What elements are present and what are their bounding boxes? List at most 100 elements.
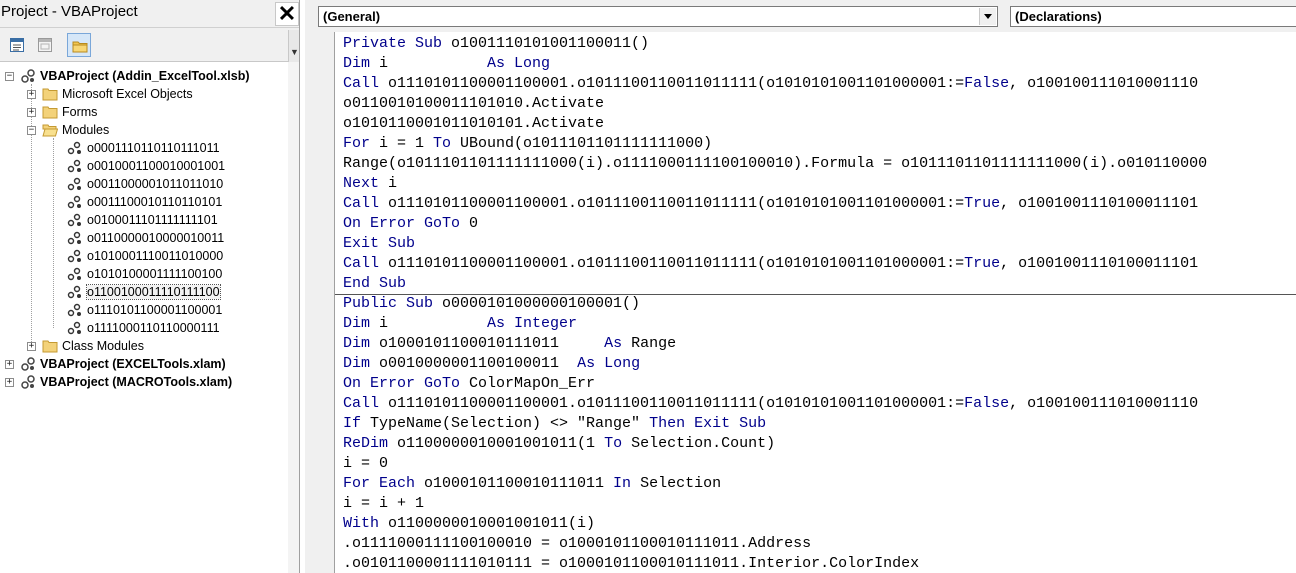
code-line[interactable]: Call o1110101100001100001.o1011100110011…: [343, 74, 1198, 94]
procedure-dropdown[interactable]: (Declarations): [1010, 6, 1296, 27]
code-text: o0010000001100100011: [379, 355, 578, 372]
expand-icon[interactable]: +: [27, 341, 36, 351]
object-dropdown[interactable]: (General): [318, 6, 998, 27]
tree-node-folder[interactable]: + Class Modules: [27, 337, 144, 355]
code-keyword: Public Sub: [343, 295, 443, 312]
tree-node-folder[interactable]: − Modules: [27, 121, 109, 139]
project-explorer-titlebar: Project - VBAProject ✕: [0, 0, 299, 28]
code-line[interactable]: For i = 1 To UBound(o1011101101111111000…: [343, 134, 712, 154]
scroll-down-icon[interactable]: ▼: [288, 30, 299, 62]
code-keyword: If: [343, 415, 371, 432]
tree-node-module[interactable]: o0011000001011011010: [67, 175, 223, 193]
code-keyword: For Each: [343, 475, 425, 492]
view-code-button[interactable]: [5, 33, 29, 57]
tree-node-module[interactable]: o1110101100001100001: [67, 301, 222, 319]
chevron-down-icon[interactable]: [979, 8, 996, 25]
code-keyword: With: [343, 515, 389, 532]
tree-node-module-selected[interactable]: o1100100011110111100: [67, 283, 221, 301]
code-text: , o1001001110100011101: [1000, 195, 1199, 212]
expand-icon[interactable]: +: [27, 107, 36, 117]
code-keyword: Private Sub: [343, 35, 452, 52]
code-text: i = 0: [343, 455, 389, 472]
code-line[interactable]: Dim i As Long: [343, 54, 550, 74]
code-margin-indicator-bar[interactable]: [305, 32, 335, 573]
collapse-icon[interactable]: −: [5, 71, 14, 81]
tree-node-project[interactable]: − VBAProject (Addin_ExcelTool.xlsb): [5, 67, 250, 85]
code-line[interactable]: i = 0: [343, 454, 388, 474]
code-keyword: Call: [343, 195, 389, 212]
code-line[interactable]: ReDim o1100000010001001011(1 To Selectio…: [343, 434, 775, 454]
code-line[interactable]: If TypeName(Selection) <> "Range" Then E…: [343, 414, 766, 434]
code-text: o1000101100010111011: [379, 335, 605, 352]
code-text: .o1111000111100100010 = o100010110001011…: [343, 535, 812, 552]
code-line[interactable]: .o0101100001111010111 = o100010110001011…: [343, 554, 919, 573]
code-text: , o100100111010001110: [1009, 395, 1199, 412]
pane-title: Project - VBAProject: [1, 3, 138, 20]
tree-node-project[interactable]: + VBAProject (MACROTools.xlam): [5, 373, 232, 391]
tree-node-module[interactable]: o0011100010110110101: [67, 193, 222, 211]
expand-icon[interactable]: +: [5, 377, 14, 387]
tree-node-module[interactable]: o0010001100010001001: [67, 157, 225, 175]
code-line[interactable]: Public Sub o0000101000000100001(): [343, 294, 640, 314]
code-line[interactable]: i = i + 1: [343, 494, 424, 514]
collapse-icon[interactable]: −: [27, 125, 36, 135]
code-keyword: To: [604, 435, 632, 452]
code-line[interactable]: On Error GoTo ColorMapOn_Err: [343, 374, 595, 394]
code-line[interactable]: Call o1110101100001100001.o1011100110011…: [343, 254, 1198, 274]
code-line[interactable]: Next i: [343, 174, 397, 194]
code-line[interactable]: o1010110001011010101.Activate: [343, 114, 604, 134]
code-line[interactable]: Call o1110101100001100001.o1011100110011…: [343, 394, 1198, 414]
tree-node-label: VBAProject (Addin_ExcelTool.xlsb): [40, 69, 250, 83]
view-object-button[interactable]: [33, 33, 57, 57]
code-text: , o1001001110100011101: [1000, 255, 1199, 272]
tree-node-module[interactable]: o0001110110110111011: [67, 139, 220, 157]
code-text: o1001110101001100011(): [451, 35, 650, 52]
expand-icon[interactable]: +: [5, 359, 14, 369]
code-line[interactable]: Private Sub o1001110101001100011(): [343, 34, 649, 54]
module-icon: [67, 285, 81, 299]
close-icon[interactable]: ✕: [278, 1, 296, 26]
tree-node-module[interactable]: o1111000110110000111: [67, 319, 220, 337]
code-line[interactable]: For Each o1000101100010111011 In Selecti…: [343, 474, 721, 494]
code-keyword: Dim: [343, 315, 380, 332]
tree-node-module[interactable]: o0100011101111111101: [67, 211, 218, 229]
project-explorer-pane: Project - VBAProject ✕ ▼ − VBAProject (A…: [0, 0, 300, 573]
code-line[interactable]: Dim o0010000001100100011 As Long: [343, 354, 640, 374]
tree-node-project[interactable]: + VBAProject (EXCELTools.xlam): [5, 355, 226, 373]
expand-icon[interactable]: +: [27, 89, 36, 99]
tree-node-label: Class Modules: [62, 339, 144, 353]
tree-node-folder[interactable]: + Forms: [27, 103, 97, 121]
tree-node-module[interactable]: o1010001110011010000: [67, 247, 223, 265]
code-line[interactable]: Call o1110101100001100001.o1011100110011…: [343, 194, 1198, 214]
procedure-dropdown-value: (Declarations): [1015, 9, 1102, 24]
code-line[interactable]: Dim o1000101100010111011 As Range: [343, 334, 676, 354]
tree-scrollbar[interactable]: [288, 62, 299, 573]
code-keyword: Call: [343, 395, 389, 412]
code-text: o1100000010001001011(1: [397, 435, 605, 452]
toggle-folders-button[interactable]: [67, 33, 91, 57]
open-folder-icon: [42, 124, 58, 137]
code-line[interactable]: With o1100000010001001011(i): [343, 514, 595, 534]
code-line[interactable]: Dim i As Integer: [343, 314, 577, 334]
code-line[interactable]: o0110010100011101010.Activate: [343, 94, 604, 114]
tree-node-module[interactable]: o0110000010000010011: [67, 229, 224, 247]
code-line[interactable]: .o1111000111100100010 = o100010110001011…: [343, 534, 811, 554]
code-text: .o0101100001111010111 = o100010110001011…: [343, 555, 920, 572]
code-line[interactable]: End Sub: [343, 274, 406, 294]
code-editor[interactable]: Private Sub o1001110101001100011() Dim i …: [335, 32, 1296, 573]
tree-node-label: VBAProject (MACROTools.xlam): [40, 375, 233, 389]
tree-node-folder[interactable]: + Microsoft Excel Objects: [27, 85, 193, 103]
tree-node-label: o1100100011110111100: [86, 284, 221, 300]
tree-node-label: o1010100001111100100: [87, 267, 223, 281]
code-line[interactable]: Range(o1011101101111111000(i).o111100011…: [343, 154, 1207, 174]
code-line[interactable]: Exit Sub: [343, 234, 415, 254]
object-dropdown-value: (General): [323, 9, 381, 24]
code-keyword: ReDim: [343, 435, 398, 452]
code-keyword: Exit Sub: [343, 235, 416, 252]
code-keyword: True: [964, 255, 1001, 272]
code-text: i: [388, 175, 398, 192]
code-line[interactable]: On Error GoTo 0: [343, 214, 478, 234]
tree-node-module[interactable]: o1010100001111100100: [67, 265, 222, 283]
code-text: o1100000010001001011(i): [388, 515, 596, 532]
close-button[interactable]: ✕: [275, 2, 299, 26]
